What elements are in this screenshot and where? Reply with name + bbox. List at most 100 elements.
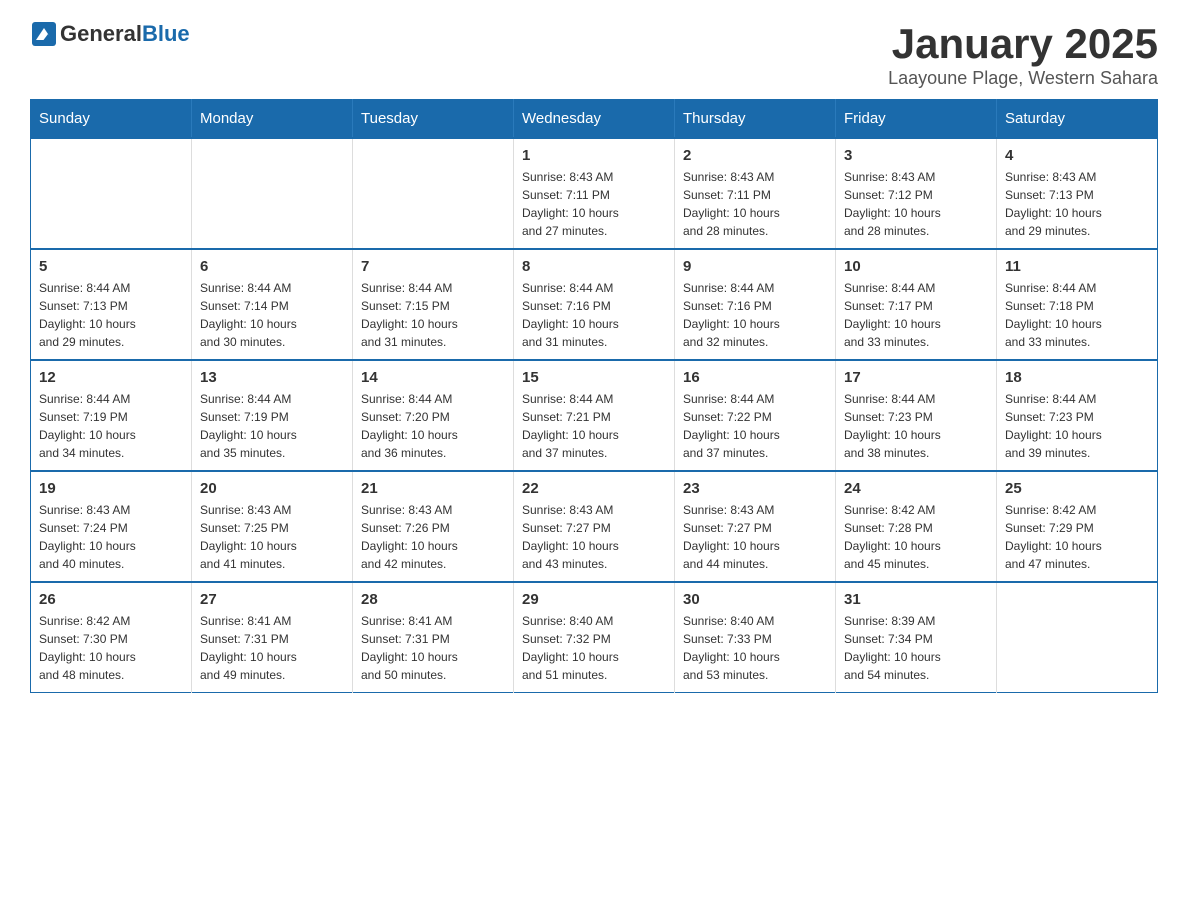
calendar-week-row: 26Sunrise: 8:42 AMSunset: 7:30 PMDayligh…: [31, 582, 1158, 693]
calendar-cell: 24 Sunrise: 8:42 AMSunset: 7:28 PMDayligh…: [836, 471, 997, 582]
calendar-cell: 28Sunrise: 8:41 AMSunset: 7:31 PMDayligh…: [353, 582, 514, 693]
day-number: 7: [361, 258, 505, 275]
day-info: Sunrise: 8:44 AMSunset: 7:20 PMDaylight:…: [361, 390, 505, 462]
page-subtitle: Laayoune Plage, Western Sahara: [888, 68, 1158, 89]
calendar-cell: 30Sunrise: 8:40 AMSunset: 7:33 PMDayligh…: [675, 582, 836, 693]
day-info: Sunrise: 8:42 AMSunset: 7:29 PMDaylight:…: [1005, 501, 1149, 573]
day-info: Sunrise: 8:39 AMSunset: 7:34 PMDaylight:…: [844, 612, 988, 684]
calendar-cell: 18 Sunrise: 8:44 AMSunset: 7:23 PMDayligh…: [997, 360, 1158, 471]
calendar-body: 1Sunrise: 8:43 AMSunset: 7:11 PMDaylight…: [31, 138, 1158, 693]
logo-text-general: General: [60, 21, 142, 46]
calendar-cell: 8 Sunrise: 8:44 AMSunset: 7:16 PMDaylight…: [514, 249, 675, 360]
day-info: Sunrise: 8:40 AMSunset: 7:32 PMDaylight:…: [522, 612, 666, 684]
day-number: 1: [522, 147, 666, 164]
calendar-header-tuesday: Tuesday: [353, 100, 514, 139]
calendar-cell: 5 Sunrise: 8:44 AMSunset: 7:13 PMDaylight…: [31, 249, 192, 360]
calendar-cell: 3 Sunrise: 8:43 AMSunset: 7:12 PMDaylight…: [836, 138, 997, 249]
title-block: January 2025 Laayoune Plage, Western Sah…: [888, 20, 1158, 89]
day-number: 31: [844, 591, 988, 608]
day-number: 3: [844, 147, 988, 164]
calendar-cell: [997, 582, 1158, 693]
day-number: 18: [1005, 369, 1149, 386]
day-info: Sunrise: 8:43 AMSunset: 7:24 PMDaylight:…: [39, 501, 183, 573]
day-number: 10: [844, 258, 988, 275]
calendar-cell: 22 Sunrise: 8:43 AMSunset: 7:27 PMDayligh…: [514, 471, 675, 582]
day-info: Sunrise: 8:44 AMSunset: 7:15 PMDaylight:…: [361, 279, 505, 351]
calendar-cell: 25 Sunrise: 8:42 AMSunset: 7:29 PMDayligh…: [997, 471, 1158, 582]
calendar-header-sunday: Sunday: [31, 100, 192, 139]
day-number: 21: [361, 480, 505, 497]
day-info: Sunrise: 8:44 AMSunset: 7:16 PMDaylight:…: [522, 279, 666, 351]
day-number: 8: [522, 258, 666, 275]
calendar-week-row: 19 Sunrise: 8:43 AMSunset: 7:24 PMDayligh…: [31, 471, 1158, 582]
day-number: 17: [844, 369, 988, 386]
calendar-cell: 7 Sunrise: 8:44 AMSunset: 7:15 PMDaylight…: [353, 249, 514, 360]
calendar-header-monday: Monday: [192, 100, 353, 139]
day-info: Sunrise: 8:43 AMSunset: 7:25 PMDaylight:…: [200, 501, 344, 573]
day-info: Sunrise: 8:41 AMSunset: 7:31 PMDaylight:…: [200, 612, 344, 684]
day-number: 16: [683, 369, 827, 386]
day-number: 13: [200, 369, 344, 386]
day-number: 14: [361, 369, 505, 386]
day-number: 27: [200, 591, 344, 608]
calendar-week-row: 12 Sunrise: 8:44 AMSunset: 7:19 PMDayligh…: [31, 360, 1158, 471]
calendar-cell: 17 Sunrise: 8:44 AMSunset: 7:23 PMDayligh…: [836, 360, 997, 471]
day-info: Sunrise: 8:44 AMSunset: 7:23 PMDaylight:…: [1005, 390, 1149, 462]
calendar-week-row: 1Sunrise: 8:43 AMSunset: 7:11 PMDaylight…: [31, 138, 1158, 249]
day-info: Sunrise: 8:43 AMSunset: 7:26 PMDaylight:…: [361, 501, 505, 573]
calendar-week-row: 5 Sunrise: 8:44 AMSunset: 7:13 PMDaylight…: [31, 249, 1158, 360]
page-header: GeneralBlue January 2025 Laayoune Plage,…: [30, 20, 1158, 89]
day-info: Sunrise: 8:44 AMSunset: 7:19 PMDaylight:…: [200, 390, 344, 462]
day-number: 2: [683, 147, 827, 164]
day-number: 20: [200, 480, 344, 497]
calendar-table: SundayMondayTuesdayWednesdayThursdayFrid…: [30, 99, 1158, 693]
calendar-cell: 14 Sunrise: 8:44 AMSunset: 7:20 PMDayligh…: [353, 360, 514, 471]
logo: GeneralBlue: [30, 20, 190, 48]
calendar-header-thursday: Thursday: [675, 100, 836, 139]
day-info: Sunrise: 8:43 AMSunset: 7:12 PMDaylight:…: [844, 168, 988, 240]
day-info: Sunrise: 8:44 AMSunset: 7:13 PMDaylight:…: [39, 279, 183, 351]
day-info: Sunrise: 8:44 AMSunset: 7:23 PMDaylight:…: [844, 390, 988, 462]
day-info: Sunrise: 8:40 AMSunset: 7:33 PMDaylight:…: [683, 612, 827, 684]
calendar-cell: 12Sunrise: 8:44 AMSunset: 7:19 PMDayligh…: [31, 360, 192, 471]
day-info: Sunrise: 8:44 AMSunset: 7:21 PMDaylight:…: [522, 390, 666, 462]
day-number: 19: [39, 480, 183, 497]
calendar-cell: 31 Sunrise: 8:39 AMSunset: 7:34 PMDayligh…: [836, 582, 997, 693]
day-info: Sunrise: 8:44 AMSunset: 7:18 PMDaylight:…: [1005, 279, 1149, 351]
calendar-header-saturday: Saturday: [997, 100, 1158, 139]
day-number: 12: [39, 369, 183, 386]
calendar-cell: 13 Sunrise: 8:44 AMSunset: 7:19 PMDayligh…: [192, 360, 353, 471]
day-number: 4: [1005, 147, 1149, 164]
day-info: Sunrise: 8:44 AMSunset: 7:14 PMDaylight:…: [200, 279, 344, 351]
day-number: 5: [39, 258, 183, 275]
day-number: 11: [1005, 258, 1149, 275]
day-number: 15: [522, 369, 666, 386]
calendar-cell: 10Sunrise: 8:44 AMSunset: 7:17 PMDayligh…: [836, 249, 997, 360]
calendar-cell: 2Sunrise: 8:43 AMSunset: 7:11 PMDaylight…: [675, 138, 836, 249]
calendar-cell: 29 Sunrise: 8:40 AMSunset: 7:32 PMDayligh…: [514, 582, 675, 693]
calendar-header-wednesday: Wednesday: [514, 100, 675, 139]
calendar-cell: 15 Sunrise: 8:44 AMSunset: 7:21 PMDayligh…: [514, 360, 675, 471]
calendar-cell: 26Sunrise: 8:42 AMSunset: 7:30 PMDayligh…: [31, 582, 192, 693]
calendar-cell: [353, 138, 514, 249]
day-number: 24: [844, 480, 988, 497]
day-number: 29: [522, 591, 666, 608]
day-number: 26: [39, 591, 183, 608]
calendar-cell: 11 Sunrise: 8:44 AMSunset: 7:18 PMDayligh…: [997, 249, 1158, 360]
day-info: Sunrise: 8:43 AMSunset: 7:27 PMDaylight:…: [683, 501, 827, 573]
day-info: Sunrise: 8:43 AMSunset: 7:27 PMDaylight:…: [522, 501, 666, 573]
calendar-cell: 21 Sunrise: 8:43 AMSunset: 7:26 PMDayligh…: [353, 471, 514, 582]
day-number: 23: [683, 480, 827, 497]
day-info: Sunrise: 8:42 AMSunset: 7:28 PMDaylight:…: [844, 501, 988, 573]
day-number: 25: [1005, 480, 1149, 497]
calendar-cell: 16Sunrise: 8:44 AMSunset: 7:22 PMDayligh…: [675, 360, 836, 471]
day-number: 22: [522, 480, 666, 497]
day-info: Sunrise: 8:44 AMSunset: 7:16 PMDaylight:…: [683, 279, 827, 351]
day-number: 9: [683, 258, 827, 275]
calendar-header-friday: Friday: [836, 100, 997, 139]
calendar-cell: 6 Sunrise: 8:44 AMSunset: 7:14 PMDaylight…: [192, 249, 353, 360]
day-info: Sunrise: 8:41 AMSunset: 7:31 PMDaylight:…: [361, 612, 505, 684]
day-number: 6: [200, 258, 344, 275]
calendar-cell: 19 Sunrise: 8:43 AMSunset: 7:24 PMDayligh…: [31, 471, 192, 582]
logo-text-blue: Blue: [142, 21, 190, 46]
